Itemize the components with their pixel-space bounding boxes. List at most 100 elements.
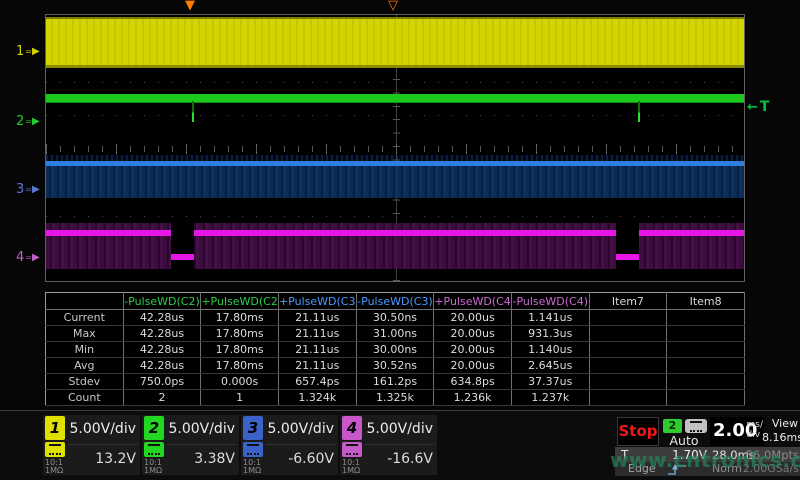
block-divider [167,444,237,445]
channel-3-offset[interactable]: -6.60V [288,451,334,467]
measurement-value-cell [589,374,667,390]
measurement-value-cell: 750.0ps [123,374,201,390]
trigger-type-label[interactable]: Edge [628,462,656,475]
measurement-value-cell [667,374,745,390]
table-row: Current42.28us17.80ms21.11us30.50ns20.00… [46,310,745,326]
measurement-value-cell: 1 [201,390,279,406]
trigger-t-label: T [621,448,628,462]
measurement-header--PulseWD(C2)[interactable]: -PulseWD(C2) [123,293,201,310]
channel-3-badge[interactable]: 3 [243,416,263,440]
channel-3-coupling-badge[interactable] [243,442,263,457]
timebase-box[interactable]: 2.00 ms/div [710,417,764,446]
measurement-header-blank[interactable] [46,293,124,310]
measurement-header-+PulseWD(C2)[interactable]: +PulseWD(C2) [201,293,279,310]
waveform-display[interactable] [45,14,745,282]
channel-4-badge[interactable]: 4 [342,416,362,440]
trigger-delay-marker-icon[interactable]: ▼ [185,0,195,13]
measurement-header-+PulseWD(C3)[interactable]: +PulseWD(C3) [278,293,356,310]
trigger-level-value[interactable]: 1.70V [672,448,707,462]
coupling-mini-icon: = [25,114,32,130]
run-state-button[interactable]: Stop [617,417,659,446]
measurement-header-+PulseWD(C4)[interactable]: +PulseWD(C4) [434,293,512,310]
channel-4-offset[interactable]: -16.6V [387,451,433,467]
dc-coupling-icon [148,444,160,455]
measurement-header-Item8[interactable]: Item8 [667,293,745,310]
channel-4-scale[interactable]: 5.00V/div [366,421,433,437]
sample-rate-value: 2.00GSa/s [743,462,799,475]
channel-3-settings-block[interactable]: 310:11MΩ5.00V/div-6.60V [241,415,338,475]
view-label: View [762,417,798,431]
view-value: 8.16ms [762,431,798,445]
channel-2-offset[interactable]: 3.38V [194,451,235,467]
measurement-value-cell: 0.000s [201,374,279,390]
channel-marker-number: 2 [16,114,24,130]
channel-1-settings-block[interactable]: 110:11MΩ5.00V/div13.2V [43,415,140,475]
measurement-row-label: Stdev [46,374,124,390]
channel-3-scale[interactable]: 5.00V/div [267,421,334,437]
measurement-value-cell: 2.645us [511,358,589,374]
measurement-value-cell: 21.11us [278,342,356,358]
channel-4-coupling-badge[interactable] [342,442,362,457]
block-divider [266,444,336,445]
channel-1-scale[interactable]: 5.00V/div [69,421,136,437]
measurement-value-cell: 931.3us [511,326,589,342]
trigger-mode-label[interactable]: Auto [661,433,707,448]
measurement-table: -PulseWD(C2)+PulseWD(C2)+PulseWD(C3)-Pul… [45,292,745,406]
measurement-value-cell [667,390,745,406]
measurement-value-cell: 21.11us [278,326,356,342]
table-row: Avg42.28us17.80ms21.11us30.52ns20.00us2.… [46,358,745,374]
measurement-header--PulseWD(C4)[interactable]: -PulseWD(C4) [511,293,589,310]
measurement-value-cell: 42.28us [123,310,201,326]
measurement-row-label: Current [46,310,124,326]
table-row: Count211.324k1.325k1.236k1.237k [46,390,745,406]
ch4-low-level [171,254,194,260]
measurement-value-cell: 17.80ms [201,342,279,358]
block-divider [365,444,435,445]
channel-1-offset[interactable]: 13.2V [95,451,136,467]
channel-marker-arrow-icon: ▶ [32,182,40,198]
trigger-coupling-badge[interactable] [685,419,707,433]
measurement-header--PulseWD(C3)[interactable]: -PulseWD(C3) [356,293,434,310]
channel-1-ground-marker[interactable]: 1=▶ [16,44,46,60]
block-divider [68,444,138,445]
table-row: Max42.28us17.80ms21.11us31.00ns20.00us93… [46,326,745,342]
measurement-value-cell [667,310,745,326]
view-block: View 8.16ms [762,417,798,445]
rising-edge-icon [667,463,687,476]
ch3-trace [46,161,744,166]
measurement-value-cell: 42.28us [123,342,201,358]
channel-marker-number: 3 [16,182,24,198]
measurement-value-cell: 20.00us [434,358,512,374]
measurement-value-cell: 634.8ps [434,374,512,390]
measurement-value-cell: 31.00ns [356,326,434,342]
channel-2-scale[interactable]: 5.00V/div [168,421,235,437]
measurement-value-cell: 17.80ms [201,326,279,342]
measurement-value-cell: 161.2ps [356,374,434,390]
measurement-value-cell: 30.50ns [356,310,434,326]
measurement-header-Item7[interactable]: Item7 [589,293,667,310]
measurement-value-cell [589,310,667,326]
channel-1-coupling-badge[interactable] [45,442,65,457]
channel-1-badge[interactable]: 1 [45,416,65,440]
table-row: Min42.28us17.80ms21.11us30.00ns20.00us1.… [46,342,745,358]
channel-2-settings-block[interactable]: 2 10:11MΩ 5.00V/div 3.38V [142,415,239,475]
dc-coupling-icon [49,444,61,455]
dc-coupling-icon [247,444,259,455]
trigger-source-badge[interactable]: 2 [663,419,682,433]
channel-4-ground-marker[interactable]: 4=▶ [16,250,46,266]
channel-2-coupling-badge[interactable] [144,442,164,457]
channel-2-ground-marker[interactable]: 2=▶ [16,114,46,130]
acquisition-mode-label[interactable]: Norm [712,462,742,475]
trigger-level-marker[interactable]: ←T [747,99,769,115]
probe-ratio-impedance: 10:11MΩ [144,459,162,475]
probe-ratio-impedance: 10:11MΩ [342,459,360,475]
channel-3-ground-marker[interactable]: 3=▶ [16,182,46,198]
measurement-row-label: Count [46,390,124,406]
measurement-value-cell: 1.325k [356,390,434,406]
trigger-position-marker-icon[interactable]: ▽ [388,0,398,13]
channel-4-settings-block[interactable]: 4 10:11MΩ 5.00V/div -16.6V [340,415,437,475]
measurement-value-cell: 657.4ps [278,374,356,390]
channel-2-badge[interactable]: 2 [144,416,164,440]
coupling-mini-icon: = [25,182,32,198]
trigger-level-label: T [760,99,770,115]
